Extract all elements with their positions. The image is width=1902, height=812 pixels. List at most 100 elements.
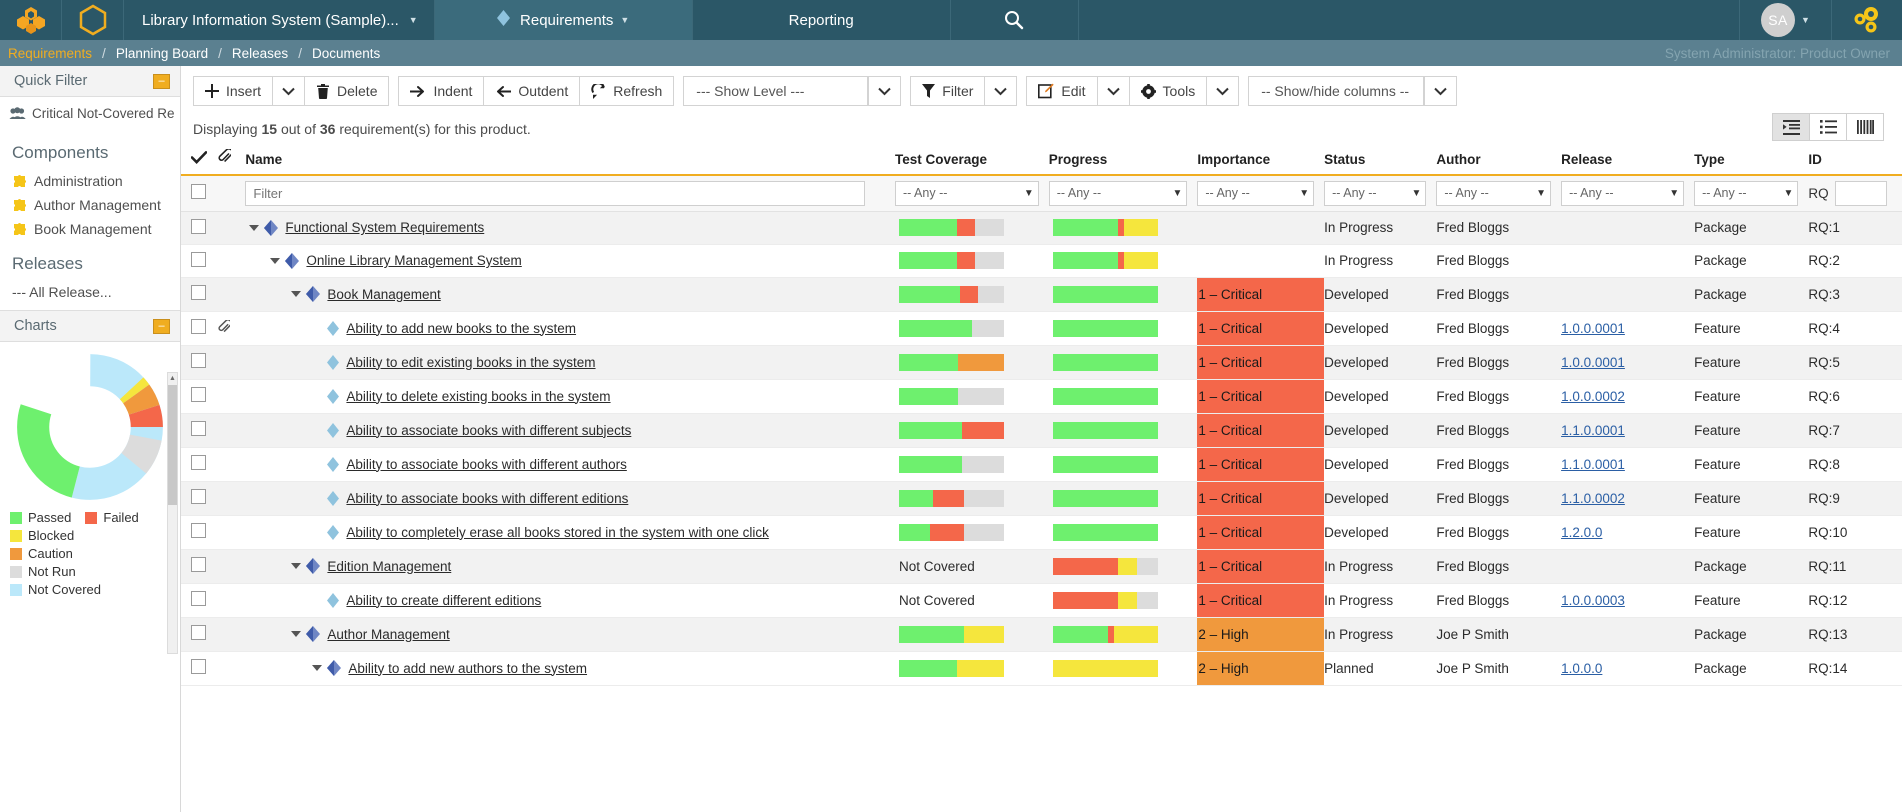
indent-button[interactable]: Indent (398, 76, 484, 106)
progress-bar[interactable] (899, 660, 1004, 677)
progress-bar[interactable] (899, 219, 1004, 236)
row-checkbox[interactable] (191, 219, 206, 234)
breadcrumb-item-releases[interactable]: Releases (232, 46, 288, 61)
row-expander-icon[interactable] (291, 291, 301, 297)
row-name-link[interactable]: Ability to add new authors to the system (348, 661, 587, 676)
administration-button[interactable] (1832, 0, 1902, 40)
status-filter-select[interactable]: -- Any -- ▼ (1324, 181, 1426, 206)
table-row[interactable]: Ability to add new authors to the system… (181, 651, 1902, 685)
row-checkbox[interactable] (191, 353, 206, 368)
row-name-link[interactable]: Edition Management (327, 559, 451, 574)
progress-bar[interactable] (899, 388, 1004, 405)
row-name-link[interactable]: Book Management (327, 287, 440, 302)
progress-bar[interactable] (1053, 626, 1158, 643)
table-row[interactable]: Ability to edit existing books in the sy… (181, 345, 1902, 379)
progress-bar[interactable] (899, 422, 1004, 439)
progress-bar[interactable] (1053, 354, 1158, 371)
progress-bar[interactable] (1053, 422, 1158, 439)
column-header-author[interactable]: Author (1436, 143, 1561, 175)
component-administration[interactable]: Administration (0, 169, 180, 193)
column-header-progress[interactable]: Progress (1049, 143, 1198, 175)
view-board-button[interactable] (1846, 113, 1884, 141)
importance-filter-select[interactable]: -- Any -- ▼ (1197, 181, 1314, 206)
progress-bar[interactable] (899, 626, 1004, 643)
edit-button[interactable]: Edit (1026, 76, 1097, 106)
test-coverage-filter-select[interactable]: -- Any -- ▼ (895, 181, 1039, 206)
view-list-button[interactable] (1809, 113, 1847, 141)
progress-bar[interactable] (1053, 320, 1158, 337)
table-row[interactable]: Ability to add new books to the system1 … (181, 311, 1902, 345)
collapse-quick-filter-button[interactable]: – (153, 74, 170, 89)
filter-button[interactable]: Filter (910, 76, 985, 106)
row-expander-icon[interactable] (312, 665, 322, 671)
table-row[interactable]: Ability to associate books with differen… (181, 413, 1902, 447)
row-release-cell-value[interactable]: 1.1.0.0001 (1561, 423, 1625, 438)
collapse-charts-button[interactable]: – (153, 319, 170, 334)
row-name-link[interactable]: Ability to associate books with differen… (346, 491, 628, 506)
id-filter[interactable]: RQ (1808, 181, 1902, 206)
product-hex-icon[interactable] (62, 0, 124, 40)
row-checkbox[interactable] (191, 387, 206, 402)
table-row[interactable]: Edition ManagementNot Covered1 – Critica… (181, 549, 1902, 583)
row-expander-icon[interactable] (270, 258, 280, 264)
show-level-select[interactable]: --- Show Level --- (683, 76, 868, 106)
row-name-link[interactable]: Ability to edit existing books in the sy… (346, 355, 595, 370)
column-header-name[interactable]: Name (245, 143, 895, 175)
select-all-header[interactable] (181, 143, 218, 175)
release-all[interactable]: --- All Release... (0, 280, 180, 310)
scrollbar-thumb[interactable] (168, 385, 177, 505)
column-header-status[interactable]: Status (1324, 143, 1436, 175)
author-filter-select[interactable]: -- Any -- ▼ (1436, 181, 1551, 206)
row-release-cell-value[interactable]: 1.0.0.0001 (1561, 355, 1625, 370)
row-name-link[interactable]: Ability to associate books with differen… (346, 423, 631, 438)
insert-dropdown-button[interactable] (272, 76, 305, 106)
progress-bar[interactable] (1053, 490, 1158, 507)
progress-bar[interactable] (1053, 456, 1158, 473)
breadcrumb-item-planning-board[interactable]: Planning Board (116, 46, 208, 61)
progress-bar[interactable] (1053, 558, 1158, 575)
row-name-link[interactable]: Ability to delete existing books in the … (346, 389, 610, 404)
column-header-importance[interactable]: Importance (1197, 143, 1324, 175)
column-header-type[interactable]: Type (1694, 143, 1808, 175)
table-row[interactable]: Ability to create different editionsNot … (181, 583, 1902, 617)
row-release-cell-value[interactable]: 1.1.0.0002 (1561, 491, 1625, 506)
nav-requirements[interactable]: Requirements ▼ (435, 0, 693, 40)
select-all-checkbox[interactable] (191, 184, 206, 199)
row-expander-icon[interactable] (291, 631, 301, 637)
outdent-button[interactable]: Outdent (483, 76, 580, 106)
column-header-release[interactable]: Release (1561, 143, 1694, 175)
progress-bar[interactable] (1053, 219, 1158, 236)
filter-dropdown-button[interactable] (984, 76, 1017, 106)
id-filter-input[interactable] (1835, 181, 1887, 206)
progress-bar[interactable] (1053, 660, 1158, 677)
show-hide-columns-dropdown-button[interactable] (1424, 76, 1457, 106)
tools-button[interactable]: Tools (1129, 76, 1208, 106)
progress-bar[interactable] (899, 490, 1004, 507)
global-search-button[interactable] (951, 0, 1079, 40)
progress-filter-select[interactable]: -- Any -- ▼ (1049, 181, 1188, 206)
row-release-cell-value[interactable]: 1.0.0.0003 (1561, 593, 1625, 608)
row-checkbox[interactable] (191, 523, 206, 538)
charts-scrollbar[interactable]: ▲ (167, 372, 178, 654)
progress-bar[interactable] (899, 252, 1004, 269)
row-release-cell-value[interactable]: 1.0.0.0002 (1561, 389, 1625, 404)
row-release-cell-value[interactable]: 1.0.0.0001 (1561, 321, 1625, 336)
row-checkbox[interactable] (191, 489, 206, 504)
breadcrumb-item-requirements[interactable]: Requirements (8, 46, 92, 61)
row-checkbox[interactable] (191, 455, 206, 470)
row-release-cell-value[interactable]: 1.1.0.0001 (1561, 457, 1625, 472)
breadcrumb-item-documents[interactable]: Documents (312, 46, 380, 61)
row-name-link[interactable]: Functional System Requirements (285, 220, 484, 235)
progress-bar[interactable] (899, 524, 1004, 541)
progress-bar[interactable] (1053, 252, 1158, 269)
progress-bar[interactable] (1053, 286, 1158, 303)
row-release-cell-value[interactable]: 1.0.0.0 (1561, 661, 1602, 676)
row-name-link[interactable]: Ability to add new books to the system (346, 321, 576, 336)
row-name-link[interactable]: Online Library Management System (306, 253, 521, 268)
row-checkbox[interactable] (191, 285, 206, 300)
tools-dropdown-button[interactable] (1206, 76, 1239, 106)
row-expander-icon[interactable] (249, 225, 259, 231)
quick-filter-item-critical-not-covered[interactable]: Critical Not-Covered Re (0, 97, 180, 130)
user-menu[interactable]: SA ▼ (1740, 0, 1832, 40)
table-row[interactable]: Functional System RequirementsIn Progres… (181, 211, 1902, 244)
